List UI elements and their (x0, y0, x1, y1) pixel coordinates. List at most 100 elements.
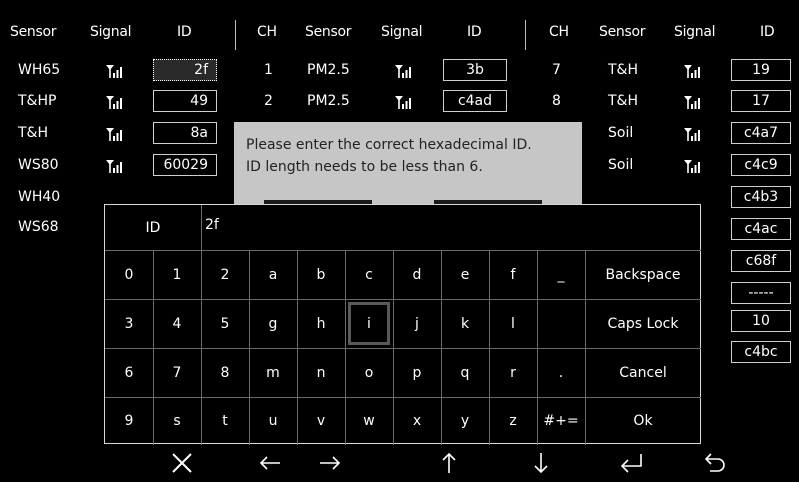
signal-icon (105, 64, 123, 78)
sensor-id-field[interactable]: c4bc (731, 341, 791, 363)
sensor-id-field[interactable]: 2f (153, 59, 217, 81)
sensor-id-field[interactable]: c4b3 (731, 186, 791, 208)
key-6[interactable]: 6 (105, 348, 153, 397)
key-s[interactable]: s (153, 397, 201, 445)
key-h[interactable]: h (297, 299, 345, 348)
sensor-id-field[interactable]: 60029 (153, 154, 217, 176)
keyboard-divider (489, 250, 490, 445)
close-icon[interactable] (157, 444, 207, 482)
key-l[interactable]: l (489, 299, 537, 348)
back-icon[interactable] (690, 444, 740, 482)
header-ch-right: CH (549, 24, 569, 40)
key-5[interactable]: 5 (201, 299, 249, 348)
key-1[interactable]: 1 (153, 250, 201, 299)
onscreen-keyboard: ID 2f 0 1 2 a b c d e f _ Backspace 3 4 5 g h i j k l Caps L… (104, 204, 701, 445)
arrow-left-icon[interactable] (245, 444, 295, 482)
key-w[interactable]: w (345, 397, 393, 445)
sensor-name: PM2.5 (307, 62, 350, 78)
key-period[interactable]: . (537, 348, 585, 397)
key-9[interactable]: 9 (105, 397, 153, 445)
key-b[interactable]: b (297, 250, 345, 299)
key-7[interactable]: 7 (153, 348, 201, 397)
sensor-id-field[interactable]: c4ad (443, 90, 507, 112)
enter-icon[interactable] (606, 444, 656, 482)
key-0[interactable]: 0 (105, 250, 153, 299)
signal-icon (394, 95, 412, 109)
keyboard-divider (105, 348, 701, 349)
key-backspace[interactable]: Backspace (585, 250, 701, 299)
keyboard-divider (201, 205, 202, 250)
sensor-id-field[interactable]: ----- (731, 282, 791, 304)
key-v[interactable]: v (297, 397, 345, 445)
key-d[interactable]: d (393, 250, 441, 299)
header-signal-right: Signal (674, 24, 716, 40)
key-4[interactable]: 4 (153, 299, 201, 348)
sensor-id-field[interactable]: 10 (731, 310, 791, 332)
signal-icon (683, 95, 701, 109)
key-j[interactable]: j (393, 299, 441, 348)
key-underscore[interactable]: _ (537, 250, 585, 299)
sensor-name: T&H (608, 62, 638, 78)
sensor-id-field[interactable]: 49 (153, 90, 217, 112)
key-p[interactable]: p (393, 348, 441, 397)
sensor-name: T&H (18, 125, 48, 141)
key-z[interactable]: z (489, 397, 537, 445)
key-r[interactable]: r (489, 348, 537, 397)
arrow-up-icon[interactable] (424, 444, 474, 482)
keyboard-divider (537, 250, 538, 445)
signal-icon (105, 95, 123, 109)
sensor-id-field[interactable]: 19 (731, 59, 791, 81)
key-u[interactable]: u (249, 397, 297, 445)
header-sensor-middle: Sensor (305, 24, 352, 40)
header-id-right: ID (760, 24, 775, 40)
sensor-id-field[interactable]: 8a (153, 122, 217, 144)
key-ok[interactable]: Ok (585, 397, 701, 445)
key-a[interactable]: a (249, 250, 297, 299)
keyboard-divider (297, 250, 298, 445)
key-3[interactable]: 3 (105, 299, 153, 348)
key-e[interactable]: e (441, 250, 489, 299)
key-symbol[interactable]: #+= (537, 397, 585, 445)
sensor-name: T&HP (18, 93, 57, 109)
header-signal-left: Signal (90, 24, 132, 40)
keyboard-divider (393, 250, 394, 445)
key-n[interactable]: n (297, 348, 345, 397)
sensor-id-field[interactable]: c4ac (731, 218, 791, 240)
sensor-id-screen: Sensor Signal ID CH Sensor Signal ID CH … (0, 0, 799, 482)
key-m[interactable]: m (249, 348, 297, 397)
key-g[interactable]: g (249, 299, 297, 348)
sensor-id-field[interactable]: c4c9 (731, 154, 791, 176)
key-8[interactable]: 8 (201, 348, 249, 397)
keyboard-field-label: ID (145, 219, 161, 236)
header-signal-middle: Signal (381, 24, 423, 40)
key-2[interactable]: 2 (201, 250, 249, 299)
sensor-name: WS68 (18, 219, 59, 235)
key-k[interactable]: k (441, 299, 489, 348)
header-sensor-left: Sensor (10, 24, 57, 40)
key-i[interactable]: i (345, 299, 393, 348)
arrow-down-icon[interactable] (516, 444, 566, 482)
header-ch-middle: CH (257, 24, 277, 40)
header-id-middle: ID (467, 24, 482, 40)
arrow-right-icon[interactable] (305, 444, 355, 482)
keyboard-divider (345, 250, 346, 445)
sensor-id-field[interactable]: 3b (443, 59, 507, 81)
key-t[interactable]: t (201, 397, 249, 445)
signal-icon (683, 159, 701, 173)
key-f[interactable]: f (489, 250, 537, 299)
keyboard-input-field[interactable]: 2f (201, 205, 701, 250)
key-c[interactable]: c (345, 250, 393, 299)
key-q[interactable]: q (441, 348, 489, 397)
sensor-id-field[interactable]: c68f (731, 250, 791, 272)
signal-icon (105, 159, 123, 173)
key-o[interactable]: o (345, 348, 393, 397)
keyboard-divider (105, 299, 701, 300)
key-x[interactable]: x (393, 397, 441, 445)
sensor-id-field[interactable]: 17 (731, 90, 791, 112)
key-blank[interactable] (537, 299, 585, 348)
signal-icon (105, 127, 123, 141)
sensor-id-field[interactable]: c4a7 (731, 122, 791, 144)
key-y[interactable]: y (441, 397, 489, 445)
key-cancel[interactable]: Cancel (585, 348, 701, 397)
key-caps-lock[interactable]: Caps Lock (585, 299, 701, 348)
